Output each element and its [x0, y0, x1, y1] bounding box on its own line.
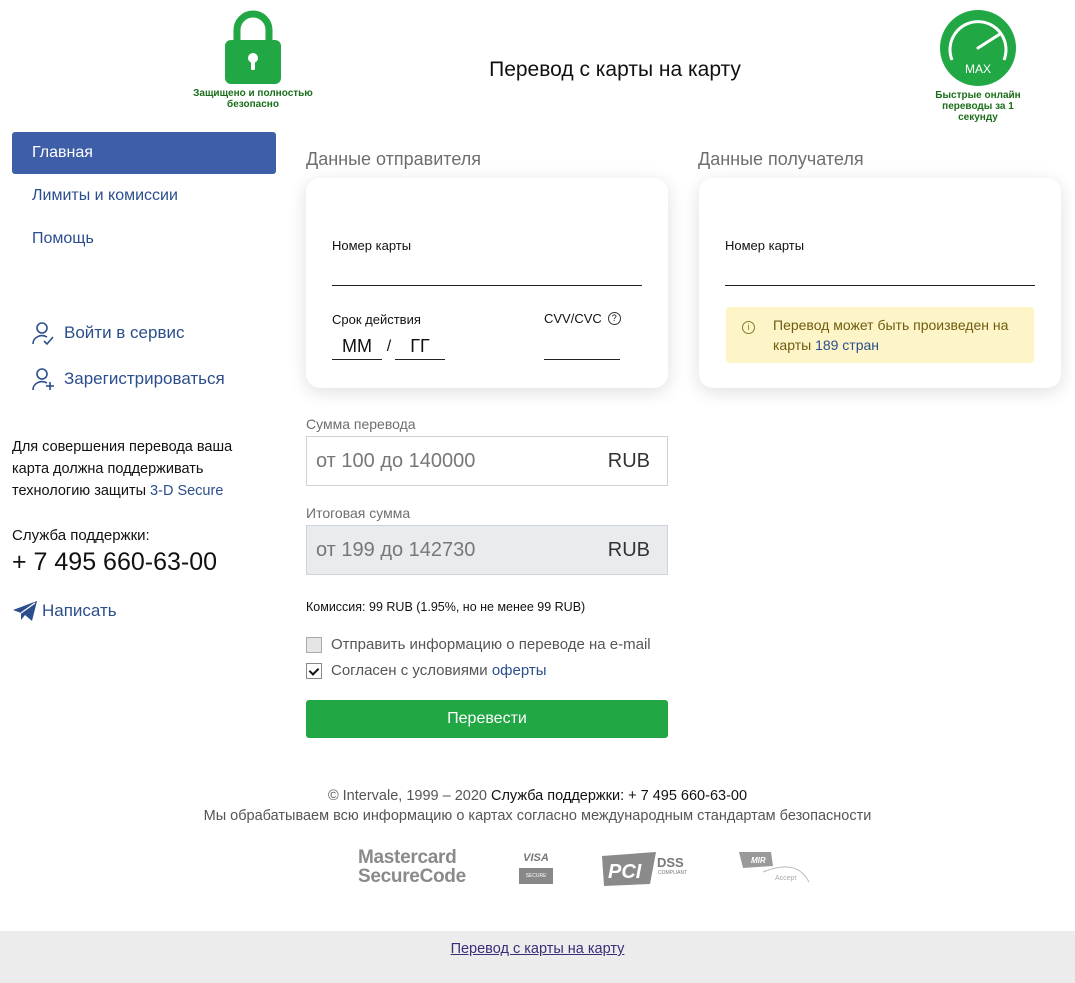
sender-card-number-label: Номер карты: [332, 238, 412, 253]
secure-badge: Защищено и полностью безопасно: [186, 8, 320, 110]
secure-note: Для совершения перевода ваша карта должн…: [12, 436, 262, 502]
agree-option-label: Согласен с условиями: [331, 662, 488, 679]
transfer-button[interactable]: Перевести: [306, 700, 668, 738]
notice-text: Перевод может быть произведен на карты: [773, 317, 1009, 353]
countries-notice: i Перевод может быть произведен на карты…: [726, 307, 1034, 363]
write-label: Написать: [42, 601, 117, 620]
nav-item-help[interactable]: Помощь: [32, 230, 94, 248]
cvv-input[interactable]: [544, 336, 620, 360]
total-field: от 199 до 142730 RUB: [306, 525, 668, 575]
sender-card: Номер карты Срок действия ММ / ГГ CVV/CV…: [306, 178, 668, 388]
speedometer-icon: MAX: [940, 10, 1016, 86]
recipient-card-number-label: Номер карты: [725, 238, 805, 253]
mir-text: MIR: [751, 856, 766, 865]
visa-text: VISA: [523, 852, 549, 864]
login-label: Войти в сервис: [64, 323, 185, 342]
visa-sub: SECURE: [519, 868, 553, 884]
commission-text: Комиссия: 99 RUB (1.95%, но не менее 99 …: [306, 600, 586, 614]
register-link[interactable]: Зарегистрироваться: [30, 366, 225, 392]
email-option-label: Отправить информацию о переводе на e-mai…: [331, 636, 651, 653]
total-currency: RUB: [607, 539, 650, 561]
lock-icon: [225, 10, 281, 84]
countries-link[interactable]: 189 стран: [815, 337, 879, 353]
cvv-label: CVV/CVC?: [544, 311, 621, 326]
agree-checkbox[interactable]: [306, 662, 322, 679]
total-placeholder: от 199 до 142730: [316, 539, 476, 561]
page-title: Перевод с карты на карту: [489, 58, 741, 81]
mastercard-line1: Mastercard: [358, 847, 457, 868]
support-label: Служба поддержки:: [12, 527, 150, 544]
footer-support: Служба поддержки: + 7 495 660-63-00: [491, 788, 748, 804]
mastercard-securecode-logo: Mastercard SecureCode: [358, 848, 466, 886]
sender-card-number-input[interactable]: [332, 262, 642, 286]
total-label: Итоговая сумма: [306, 505, 411, 521]
user-check-icon: [32, 322, 54, 346]
amount-currency: RUB: [607, 450, 650, 472]
bottom-home-link[interactable]: Перевод с карты на карту: [451, 941, 625, 957]
footer-copyright: © Intervale, 1999 – 2020 Служба поддержк…: [0, 788, 1075, 804]
secure-caption: Защищено и полностью безопасно: [193, 88, 313, 110]
info-icon: i: [742, 321, 755, 334]
help-icon[interactable]: ?: [607, 312, 621, 325]
expiry-year-input[interactable]: ГГ: [395, 336, 445, 360]
security-note: Мы обрабатываем всю информацию о картах …: [203, 808, 872, 824]
expiry-separator: /: [386, 338, 392, 355]
agree-option[interactable]: Согласен с условиями оферты: [306, 662, 547, 679]
sender-heading: Данные отправителя: [306, 149, 481, 169]
recipient-heading: Данные получателя: [698, 149, 864, 169]
copyright-text: © Intervale, 1999 – 2020: [327, 788, 487, 804]
write-link[interactable]: Написать: [12, 600, 117, 622]
cvv-label-text: CVV/CVC: [544, 311, 602, 326]
support-phone: + 7 495 660-63-00: [12, 548, 218, 576]
nav-item-limits[interactable]: Лимиты и комиссии: [32, 187, 178, 205]
dss-sub: COMPLIANT: [658, 870, 687, 876]
visa-secure-logo: VISA SECURE: [519, 852, 553, 884]
paper-plane-icon: [13, 601, 37, 621]
amount-placeholder: от 100 до 140000: [316, 450, 476, 472]
mir-sub: Accept: [775, 875, 796, 882]
nav-item-home[interactable]: Главная: [12, 132, 276, 174]
pci-dss-logo: PCI DSS COMPLIANT: [600, 850, 692, 893]
speed-label: MAX: [965, 62, 991, 76]
offer-link[interactable]: оферты: [492, 662, 547, 679]
dss-text: DSS: [657, 855, 684, 870]
email-option[interactable]: Отправить информацию о переводе на e-mai…: [306, 636, 651, 653]
amount-label: Сумма перевода: [306, 416, 416, 432]
expiry-label: Срок действия: [332, 312, 421, 327]
fast-caption: Быстрые онлайн переводы за 1 секунду: [935, 90, 1021, 123]
amount-input[interactable]: от 100 до 140000 RUB: [306, 436, 668, 486]
register-label: Зарегистрироваться: [64, 369, 225, 388]
bottom-bar: Перевод с карты на карту: [0, 931, 1075, 983]
recipient-card-number-input[interactable]: [725, 262, 1035, 286]
login-link[interactable]: Войти в сервис: [30, 320, 185, 346]
user-add-icon: [32, 368, 54, 391]
email-checkbox[interactable]: [306, 636, 322, 653]
expiry-month-input[interactable]: ММ: [332, 336, 382, 360]
speed-badge: MAX Быстрые онлайн переводы за 1 секунду: [926, 8, 1030, 123]
mir-accept-logo: MIR Accept: [737, 850, 813, 893]
3d-secure-link[interactable]: 3-D Secure: [150, 483, 223, 499]
pci-text: PCI: [608, 861, 642, 883]
mastercard-line2: SecureCode: [358, 866, 466, 887]
